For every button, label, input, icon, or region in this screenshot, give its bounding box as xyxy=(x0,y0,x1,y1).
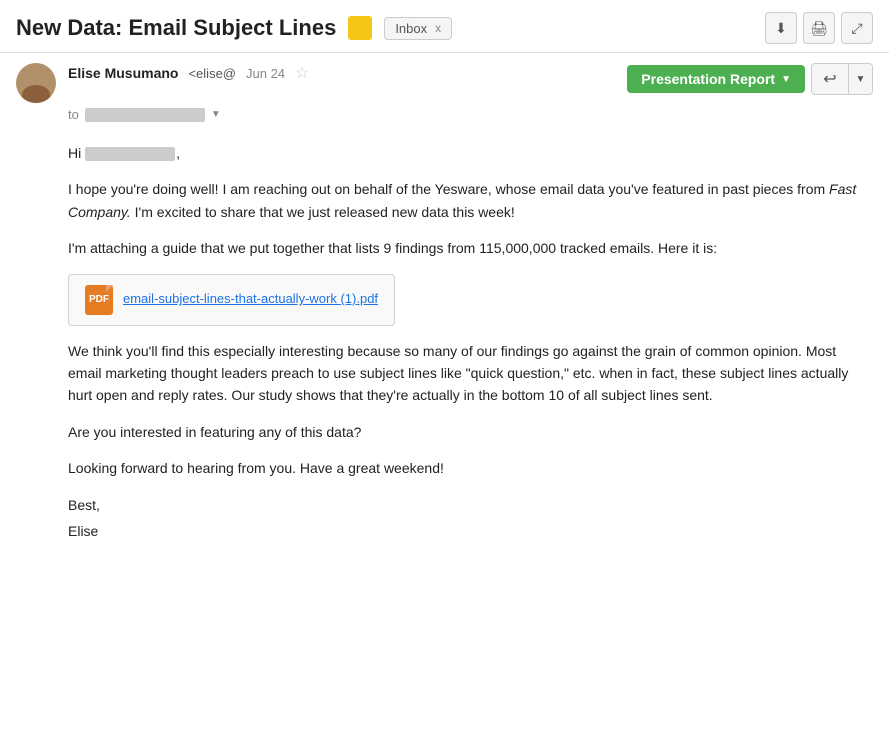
attachment-filename[interactable]: email-subject-lines-that-actually-work (… xyxy=(123,289,378,310)
expand-icon: ⤢ xyxy=(851,20,862,37)
paragraph-2-text: I'm attaching a guide that we put togeth… xyxy=(68,240,717,256)
paragraph-1: I hope you're doing well! I am reaching … xyxy=(68,178,873,223)
print-button[interactable]: 🖨 xyxy=(803,12,835,44)
paragraph-4: Are you interested in featuring any of t… xyxy=(68,421,873,443)
sender-email: <elise@ xyxy=(188,66,236,81)
email-header-bar: New Data: Email Subject Lines Inbox x ⬇ … xyxy=(0,0,889,53)
pdf-icon-label: PDF xyxy=(89,292,109,308)
attachment-box[interactable]: PDF email-subject-lines-that-actually-wo… xyxy=(68,274,395,326)
avatar-body xyxy=(22,85,50,103)
inbox-label: Inbox xyxy=(395,21,427,36)
download-button[interactable]: ⬇ xyxy=(765,12,797,44)
sign-off: Best, xyxy=(68,494,873,516)
to-label: to xyxy=(68,107,79,122)
star-icon[interactable]: ☆ xyxy=(295,63,309,83)
expand-button[interactable]: ⤢ xyxy=(841,12,873,44)
to-dropdown-icon[interactable]: ▼ xyxy=(211,109,221,120)
sender-row: Elise Musumano <elise@ Jun 24 ☆ Presenta… xyxy=(16,63,873,103)
greeting-line: Hi , xyxy=(68,142,873,164)
to-redacted-address xyxy=(85,108,205,122)
reply-button-group: ↩ ▼ xyxy=(811,63,873,95)
reply-button[interactable]: ↩ xyxy=(811,63,849,95)
presentation-report-label: Presentation Report xyxy=(641,71,775,87)
download-icon: ⬇ xyxy=(775,20,787,37)
pdf-icon: PDF xyxy=(85,285,113,315)
header-actions: ⬇ 🖨 ⤢ xyxy=(765,12,873,44)
sender-date: Jun 24 xyxy=(246,66,285,81)
email-body: Hi , I hope you're doing well! I am reac… xyxy=(0,122,889,566)
greeting-text: Hi xyxy=(68,145,81,161)
print-icon: 🖨 xyxy=(810,20,828,37)
reply-icon: ↩ xyxy=(823,69,836,89)
folder-icon xyxy=(348,16,372,40)
greeting-comma: , xyxy=(176,145,180,161)
paragraph-2: I'm attaching a guide that we put togeth… xyxy=(68,237,873,259)
reply-dropdown-button[interactable]: ▼ xyxy=(849,63,873,95)
sender-name: Elise Musumano xyxy=(68,65,178,81)
paragraph-3-text: We think you'll find this especially int… xyxy=(68,343,848,404)
reply-dropdown-arrow-icon: ▼ xyxy=(856,74,866,85)
inbox-badge[interactable]: Inbox x xyxy=(384,17,452,40)
email-action-buttons: Presentation Report ▼ ↩ ▼ xyxy=(627,63,873,95)
italic-company: Fast Company. xyxy=(68,181,856,219)
inbox-close-icon[interactable]: x xyxy=(435,21,441,35)
dropdown-arrow-icon: ▼ xyxy=(781,74,791,85)
sender-info: Elise Musumano <elise@ Jun 24 ☆ xyxy=(68,63,615,83)
to-row: to ▼ xyxy=(68,107,873,122)
presentation-report-button[interactable]: Presentation Report ▼ xyxy=(627,65,805,93)
sender-section: Elise Musumano <elise@ Jun 24 ☆ Presenta… xyxy=(0,53,889,122)
avatar xyxy=(16,63,56,103)
sender-name-line: Elise Musumano <elise@ Jun 24 ☆ xyxy=(68,63,615,83)
paragraph-5: Looking forward to hearing from you. Hav… xyxy=(68,457,873,479)
paragraph-3: We think you'll find this especially int… xyxy=(68,340,873,407)
recipient-redacted xyxy=(85,147,175,161)
email-subject-title: New Data: Email Subject Lines xyxy=(16,15,336,41)
paragraph-5-text: Looking forward to hearing from you. Hav… xyxy=(68,460,444,476)
paragraph-4-text: Are you interested in featuring any of t… xyxy=(68,424,361,440)
sign-name: Elise xyxy=(68,520,873,542)
